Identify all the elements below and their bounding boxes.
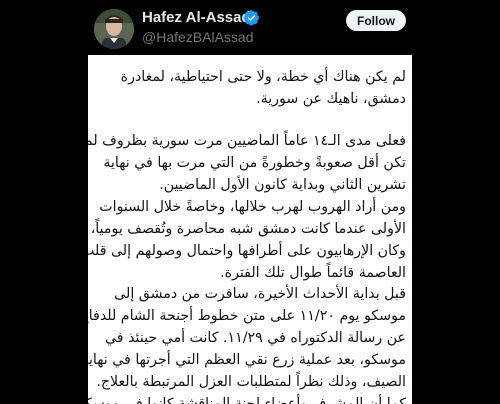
person-portrait-icon <box>94 9 134 49</box>
tweet-line: موسكو، بعد عملية زرع نقي العظم التي أجرت… <box>88 352 406 368</box>
tweet-line: تشرين الثاني وبداية كانون الأول الماضيين… <box>159 177 406 193</box>
follow-button[interactable]: Follow <box>346 10 406 31</box>
tweet-line: الصيف، وذلك نظراً لمتطلبات العزل المرتبط… <box>96 374 406 390</box>
tweet-line: موسكو يوم ١١/٢٠ على متن خطوط أجنحة الشام… <box>88 308 406 324</box>
tweet-line: الأولى عندما كانت دمشق شبه محاصرة وتُقصف… <box>90 221 406 237</box>
author-name[interactable]: Hafez Al-Assad <box>142 9 251 26</box>
author-handle[interactable]: @HafezBAlAssad <box>142 29 253 45</box>
tweet-text: لم يكن هناك أي خطة، ولا حتى احتياطية، لم… <box>88 55 412 404</box>
right-dark-margin <box>412 55 500 404</box>
tweet-line: فعلى مدى الـ١٤ عاماً الماضيين مرت سورية … <box>88 133 406 149</box>
tweet-paragraph: قبل بداية الأحداث الأخيرة، سافرت من دمشق… <box>88 283 406 404</box>
author-avatar[interactable] <box>94 9 134 49</box>
tweet-paragraph: لم يكن هناك أي خطة، ولا حتى احتياطية، لم… <box>88 66 406 110</box>
tweet-line: دمشق، ناهيك عن سورية. <box>256 91 406 107</box>
tweet-line: تكن أقل صعوبةً وخطورةً من التي مرت بها ف… <box>103 155 406 171</box>
tweet-line: عن رسالة الدكتوراه في ١١/٢٩. كانت أمي حي… <box>104 330 406 346</box>
tweet-paragraph: فعلى مدى الـ١٤ عاماً الماضيين مرت سورية … <box>88 130 406 284</box>
tweet-header: Hafez Al-Assad @HafezBAlAssad Follow <box>88 0 412 55</box>
tweet-line: لم يكن هناك أي خطة، ولا حتى احتياطية، لم… <box>120 69 406 85</box>
verified-badge-icon <box>243 10 259 26</box>
tweet-line: وكان الإرهابيون على أطرافها واحتمال وصول… <box>88 243 406 259</box>
tweet-line: قبل بداية الأحداث الأخيرة، سافرت من دمشق… <box>114 286 406 302</box>
tweet-line: العاصمة قائماً طوال تلك الفترة. <box>220 265 406 281</box>
tweet-line: كما أن المشرف وأعضاء لجنة المناقشة كانوا… <box>88 396 406 404</box>
left-dark-margin <box>0 55 88 404</box>
tweet-line: ومن أراد الهروب لهرب خلالها، وخاصةً خلال… <box>99 199 406 215</box>
